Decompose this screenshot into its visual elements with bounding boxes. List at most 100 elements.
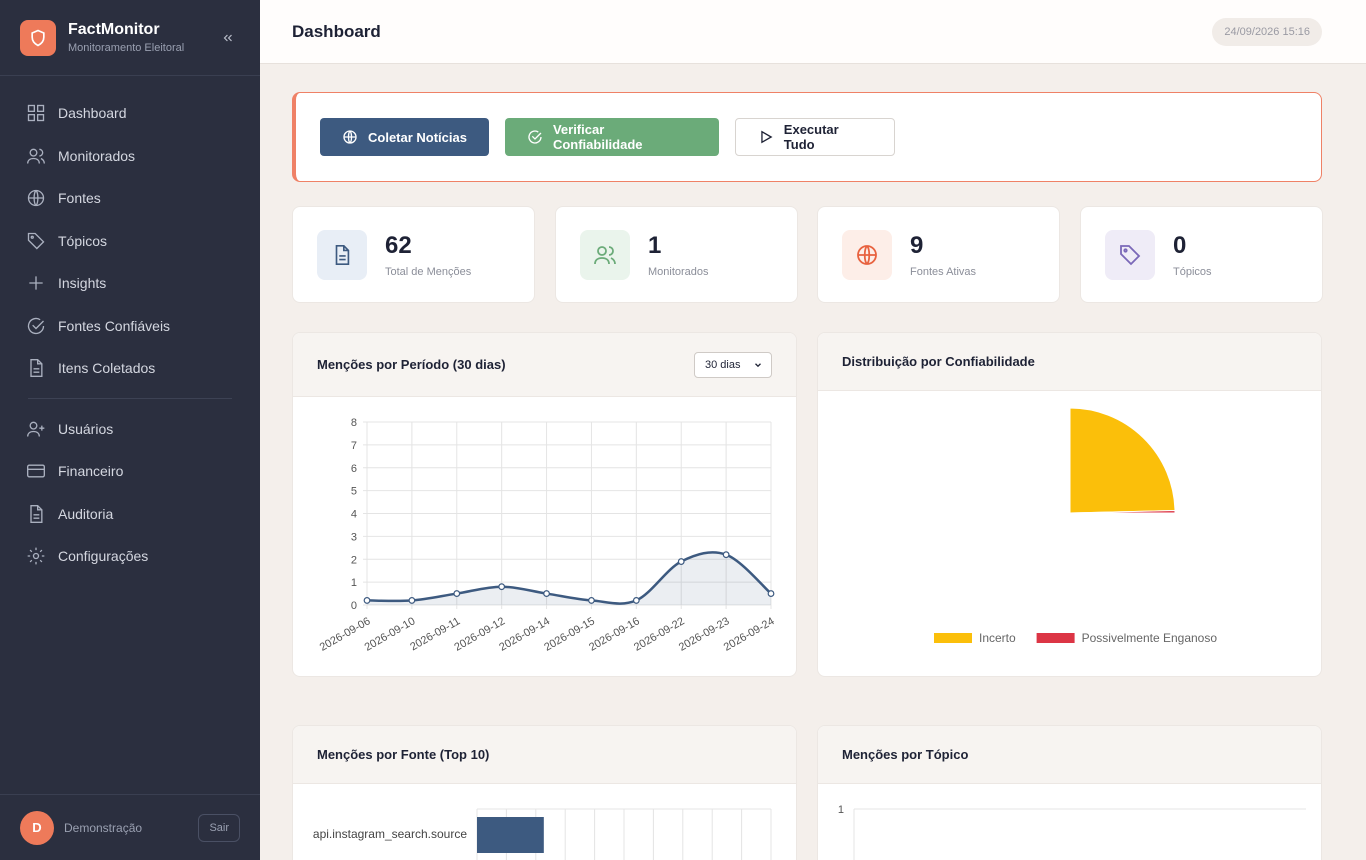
card-header: Distribuição por Confiabilidade: [818, 333, 1321, 391]
sidebar-item-usuarios[interactable]: Usuários: [0, 408, 260, 451]
verify-reliability-button[interactable]: Verificar Confiabilidade: [505, 118, 719, 156]
logout-button[interactable]: Sair: [198, 813, 240, 842]
legend-swatch: [934, 633, 972, 643]
collect-news-button[interactable]: Coletar Notícias: [320, 118, 489, 156]
data-point: [767, 590, 775, 597]
sidebar-item-financeiro[interactable]: Financeiro: [0, 450, 260, 493]
datetime-badge: 24/09/2026 15:16: [1212, 17, 1322, 46]
top-header: Dashboard 24/09/2026 15:16: [260, 0, 1366, 64]
stat-label: Total de Menções: [385, 265, 472, 278]
stat-value: 62: [385, 231, 412, 259]
sidebar-item-label: Usuários: [58, 420, 114, 437]
sidebar-item-label: Itens Coletados: [58, 360, 156, 377]
line-chart: 0123456782026-09-062026-09-102026-09-112…: [318, 417, 777, 654]
verify-reliability-label: Verificar Confiabilidade: [552, 122, 643, 152]
legend-swatch: [1036, 633, 1075, 643]
legend-label: Incerto: [979, 631, 1016, 645]
stat-value: 0: [1173, 231, 1187, 259]
document-icon: [30, 504, 43, 523]
y-tick-label: 6: [351, 463, 357, 475]
nav-divider: [28, 397, 232, 399]
globe-icon: [27, 190, 45, 207]
run-all-label: Executar Tudo: [783, 122, 839, 152]
data-point: [722, 551, 730, 559]
user-bar: D Demonstração Sair: [0, 794, 260, 860]
sidebar-nav: Dashboard Monitorados Fontes Tópicos Ins…: [0, 76, 260, 578]
period-select[interactable]: 30 dias: [694, 351, 772, 378]
app-subtitle: Monitoramento Eleitoral: [68, 42, 185, 54]
card-title: Menções por Fonte (Top 10): [317, 747, 490, 762]
sidebar-item-label: Auditoria: [58, 505, 114, 522]
sidebar-item-monitorados[interactable]: Monitorados: [0, 135, 260, 178]
y-tick-label: 2: [351, 554, 357, 566]
period-chart-card: Menções por Período (30 dias) 30 dias 0 1…: [292, 332, 797, 677]
plus-icon: [29, 276, 43, 290]
user-name: Demonstração: [64, 820, 143, 835]
x-tick-label: 2026-09-10: [363, 615, 418, 654]
data-point: [588, 597, 595, 604]
source-chart-card: Menções por Fonte (Top 10) api.instagram…: [292, 725, 797, 860]
stat-card-mentions: 62 Total de Menções: [292, 206, 535, 303]
users-icon: [27, 148, 45, 164]
tag-icon: [27, 232, 45, 250]
pie-chart: Incerto Possivelmente Enganoso: [934, 407, 1218, 645]
source-bar-chart: api.instagram_search.source: [313, 808, 772, 860]
sidebar-item-auditoria[interactable]: Auditoria: [0, 493, 260, 536]
page-title: Dashboard: [292, 21, 381, 41]
sidebar-item-label: Dashboard: [58, 105, 127, 122]
y-tick-label: api.instagram_search.source: [313, 827, 467, 841]
document-icon: [30, 359, 43, 378]
run-all-button[interactable]: Executar Tudo: [735, 118, 895, 156]
collapse-sidebar-icon[interactable]: [216, 26, 240, 50]
period-select-value: 30 dias: [705, 358, 741, 371]
y-tick-label: 7: [351, 440, 357, 452]
stat-card-sources: 9 Fontes Ativas: [817, 206, 1060, 303]
brand: FactMonitor Monitoramento Eleitoral: [0, 0, 260, 76]
globe-icon: [343, 130, 357, 144]
data-point: [408, 597, 416, 604]
avatar: D: [20, 810, 54, 845]
card-header: Menções por Período (30 dias) 30 dias: [293, 333, 796, 397]
app-name: FactMonitor: [68, 21, 160, 38]
action-bar: Coletar Notícias Verificar Confiabilidad…: [292, 92, 1322, 182]
check-circle-icon: [528, 130, 542, 144]
globe-icon: [842, 229, 892, 280]
sidebar-item-label: Configurações: [58, 548, 149, 565]
stat-label: Fontes Ativas: [910, 265, 977, 278]
chevron-down-icon: [755, 362, 761, 367]
y-tick-label: 8: [351, 417, 357, 429]
play-icon: [761, 130, 773, 144]
collect-news-label: Coletar Notícias: [368, 129, 467, 145]
stat-card-monitored: 1 Monitorados: [555, 206, 798, 303]
y-tick-label: 5: [351, 486, 357, 498]
credit-card-icon: [27, 464, 45, 478]
card-title: Menções por Tópico: [842, 747, 969, 762]
sidebar-item-topicos[interactable]: Tópicos: [0, 220, 260, 263]
card-header: Menções por Fonte (Top 10): [293, 726, 796, 784]
data-point: [453, 590, 461, 597]
sidebar-item-configuracoes[interactable]: Configurações: [0, 535, 260, 578]
sidebar-item-label: Financeiro: [58, 463, 124, 480]
user-plus-icon: [27, 421, 45, 437]
document-icon: [317, 229, 367, 280]
users-icon: [580, 229, 630, 280]
topic-chart-card: Menções por Tópico 1: [817, 725, 1322, 860]
data-point: [632, 597, 640, 604]
legend-label: Possivelmente Enganoso: [1082, 631, 1218, 645]
sidebar-item-label: Tópicos: [58, 232, 108, 249]
sidebar-item-fontes-confiaveis[interactable]: Fontes Confiáveis: [0, 305, 260, 348]
bar: [477, 817, 544, 853]
sidebar-item-insights[interactable]: Insights: [0, 262, 260, 305]
sidebar-item-dashboard[interactable]: Dashboard: [0, 92, 260, 135]
stat-label: Tópicos: [1173, 265, 1212, 278]
data-point: [543, 590, 550, 597]
sidebar-item-fontes[interactable]: Fontes: [0, 177, 260, 220]
pie-slice: [1069, 407, 1176, 514]
topic-bar-chart: 1: [838, 804, 1306, 860]
x-tick-label: 2026-09-24: [722, 615, 777, 654]
data-point: [498, 583, 506, 591]
card-header: Menções por Tópico: [818, 726, 1321, 784]
sidebar-item-itens-coletados[interactable]: Itens Coletados: [0, 347, 260, 390]
data-point: [677, 558, 685, 565]
grid-icon: [27, 105, 45, 122]
